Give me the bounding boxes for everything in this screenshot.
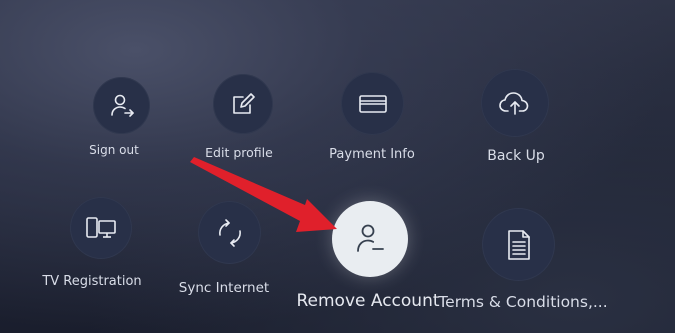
tv-screen-background: Sign out Edit profile Payment Info Back …: [0, 0, 675, 333]
annotation-arrow: [190, 157, 337, 232]
